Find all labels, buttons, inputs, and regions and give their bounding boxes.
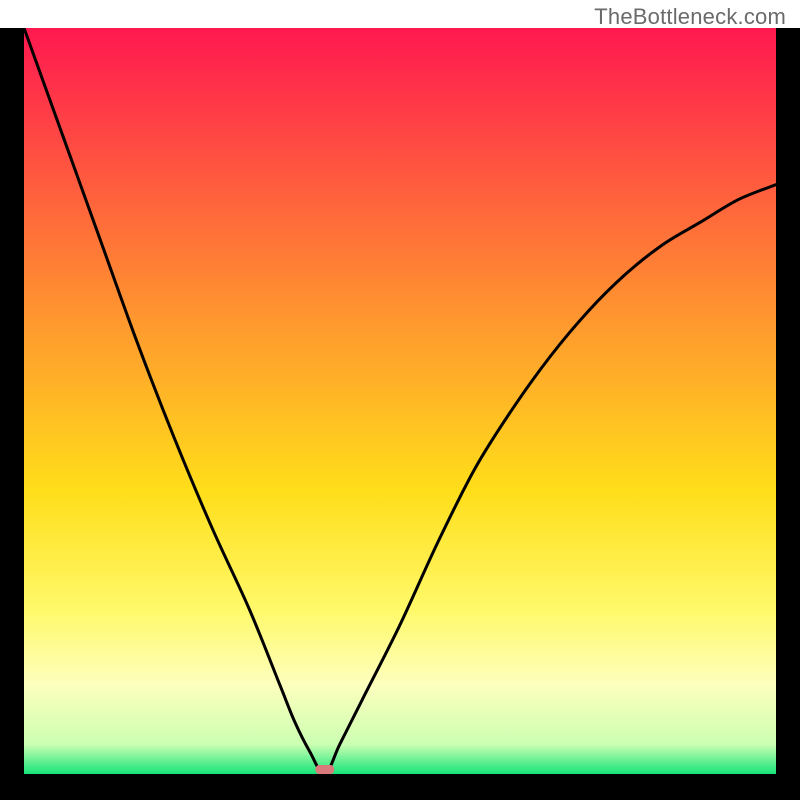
gradient-background: [24, 28, 776, 774]
chart-plot-area: [24, 28, 776, 774]
chart-container: TheBottleneck.com: [0, 0, 800, 800]
watermark-text: TheBottleneck.com: [594, 4, 786, 30]
chart-svg: [24, 28, 776, 774]
minimum-marker: [315, 765, 334, 774]
chart-outer-frame: [0, 28, 800, 800]
